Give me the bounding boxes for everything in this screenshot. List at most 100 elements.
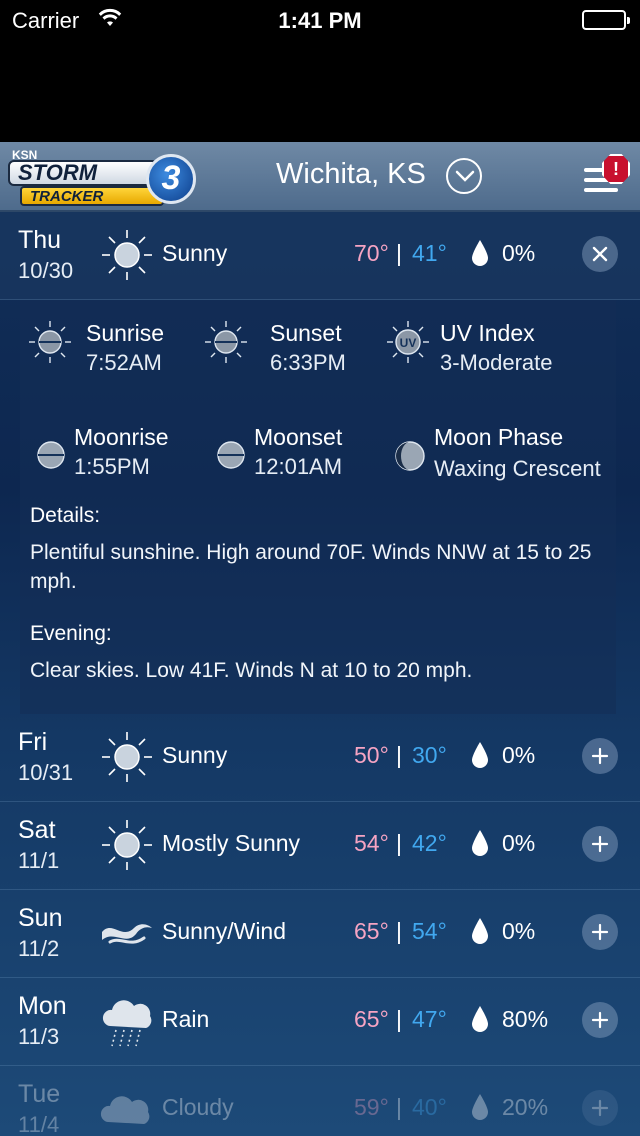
plus-icon (591, 747, 609, 765)
plus-icon (591, 835, 609, 853)
temp-separator: | (396, 1094, 402, 1120)
date-label: 10/31 (18, 760, 74, 785)
details-text: Plentiful sunshine. High around 70F. Win… (30, 541, 592, 593)
location-chevron-icon[interactable] (446, 158, 482, 194)
condition-label: Mostly Sunny (162, 830, 301, 856)
high-temp: 70° (354, 240, 389, 266)
date-label: 11/4 (18, 1112, 60, 1136)
day-label: Fri (18, 728, 48, 756)
raindrop-icon (470, 828, 490, 863)
plus-icon (591, 923, 609, 941)
day-label: Thu (18, 226, 62, 254)
day-label: Sat (18, 816, 56, 844)
plus-icon (591, 1099, 609, 1117)
raindrop-icon (470, 1004, 490, 1039)
rain-cloud-icon (100, 994, 154, 1048)
high-temp: 50° (354, 742, 389, 768)
uv-icon: UV (386, 320, 430, 369)
location-title[interactable]: Wichita, KS (276, 158, 426, 191)
close-button[interactable] (582, 236, 618, 272)
expand-button[interactable] (582, 1002, 618, 1038)
high-temp: 65° (354, 918, 389, 944)
precip-chance: 0% (502, 240, 536, 266)
forecast-row-fri[interactable]: Fri 10/31 Sunny 50° | 30° 0% (0, 714, 640, 802)
day-details-panel: Sunrise 7:52AM Sunset 6:33PM UV UV Index… (20, 300, 616, 714)
forecast-row-sun[interactable]: Sun 11/2 Sunny/Wind 65° | 54° 0% (0, 890, 640, 978)
low-temp: 41° (412, 240, 447, 266)
day-label: Mon (18, 992, 67, 1020)
uv-icon-text: UV (400, 336, 417, 350)
status-bar: Carrier 1:41 PM (0, 0, 640, 40)
precip-chance: 0% (502, 918, 536, 944)
temp-separator: | (396, 830, 402, 856)
low-temp: 30° (412, 742, 447, 768)
app-header: KSN STORM TRACKER 3 Wichita, KS ! (0, 142, 640, 212)
sun-icon (100, 730, 154, 784)
low-temp: 40° (412, 1094, 447, 1120)
low-temp: 54° (412, 918, 447, 944)
forecast-row-thu[interactable]: Thu 10/30 Sunny 70° | 41° 0% (0, 212, 640, 300)
moonset-value: 12:01AM (254, 454, 343, 479)
storm-tracker-logo: KSN STORM TRACKER 3 (6, 148, 196, 208)
moon-phase-icon (394, 440, 426, 477)
day-label: Sun (18, 904, 63, 932)
sunset-value: 6:33PM (270, 350, 346, 375)
raindrop-icon (470, 916, 490, 951)
battery-icon (582, 10, 630, 30)
expand-button[interactable] (582, 1090, 618, 1126)
status-time: 1:41 PM (278, 8, 362, 33)
high-temp: 54° (354, 830, 389, 856)
app-view: KSN STORM TRACKER 3 Wichita, KS ! Thu 10… (0, 142, 640, 1136)
precip-chance: 80% (502, 1006, 549, 1032)
raindrop-icon (470, 238, 490, 273)
condition-label: Rain (162, 1006, 210, 1032)
temp-separator: | (396, 240, 402, 266)
expand-button[interactable] (582, 826, 618, 862)
forecast-row-mon[interactable]: Mon 11/3 Rain 65° | 47° 80% (0, 978, 640, 1066)
moon-phase-value: Waxing Crescent (434, 456, 601, 481)
forecast-row-tue[interactable]: Tue 11/4 Cloudy 59° | 40° 20% (0, 1066, 640, 1136)
uv-label: UV Index (440, 320, 535, 346)
logo-storm: STORM (8, 160, 158, 186)
sun-icon (100, 228, 154, 282)
moonset-label: Moonset (254, 424, 343, 450)
raindrop-icon (470, 1092, 490, 1127)
moonrise-value: 1:55PM (74, 454, 150, 479)
close-icon (592, 246, 608, 262)
evening-text: Clear skies. Low 41F. Winds N at 10 to 2… (30, 659, 473, 682)
date-label: 11/3 (18, 1024, 60, 1049)
moon-phase-label: Moon Phase (434, 424, 564, 450)
sunrise-label: Sunrise (86, 320, 164, 346)
plus-icon (591, 1011, 609, 1029)
details-heading: Details: (30, 504, 101, 527)
expand-button[interactable] (582, 738, 618, 774)
wind-icon (100, 906, 154, 960)
forecast-row-sat[interactable]: Sat 11/1 Mostly Sunny 54° | 42° 0% (0, 802, 640, 890)
high-temp: 65° (354, 1006, 389, 1032)
condition-label: Sunny (162, 742, 228, 768)
precip-chance: 20% (502, 1094, 549, 1120)
date-label: 11/2 (18, 936, 60, 961)
precip-chance: 0% (502, 830, 536, 856)
temp-separator: | (396, 918, 402, 944)
condition-label: Sunny (162, 240, 228, 266)
low-temp: 42° (412, 830, 447, 856)
alert-badge[interactable]: ! (602, 154, 630, 184)
top-spacer (0, 40, 640, 142)
raindrop-icon (470, 740, 490, 775)
sun-icon (100, 818, 154, 872)
logo-channel: 3 (146, 154, 196, 204)
temp-separator: | (396, 742, 402, 768)
day-label: Tue (18, 1080, 61, 1108)
moonrise-icon (36, 440, 66, 475)
moonrise-label: Moonrise (74, 424, 169, 450)
low-temp: 47° (412, 1006, 447, 1032)
evening-heading: Evening: (30, 622, 112, 645)
date-label: 11/1 (18, 848, 60, 873)
uv-value: 3-Moderate (440, 350, 553, 375)
date-label: 10/30 (18, 258, 74, 283)
menu-button[interactable]: ! (580, 154, 634, 204)
expand-button[interactable] (582, 914, 618, 950)
temp-separator: | (396, 1006, 402, 1032)
moonset-icon (216, 440, 246, 475)
